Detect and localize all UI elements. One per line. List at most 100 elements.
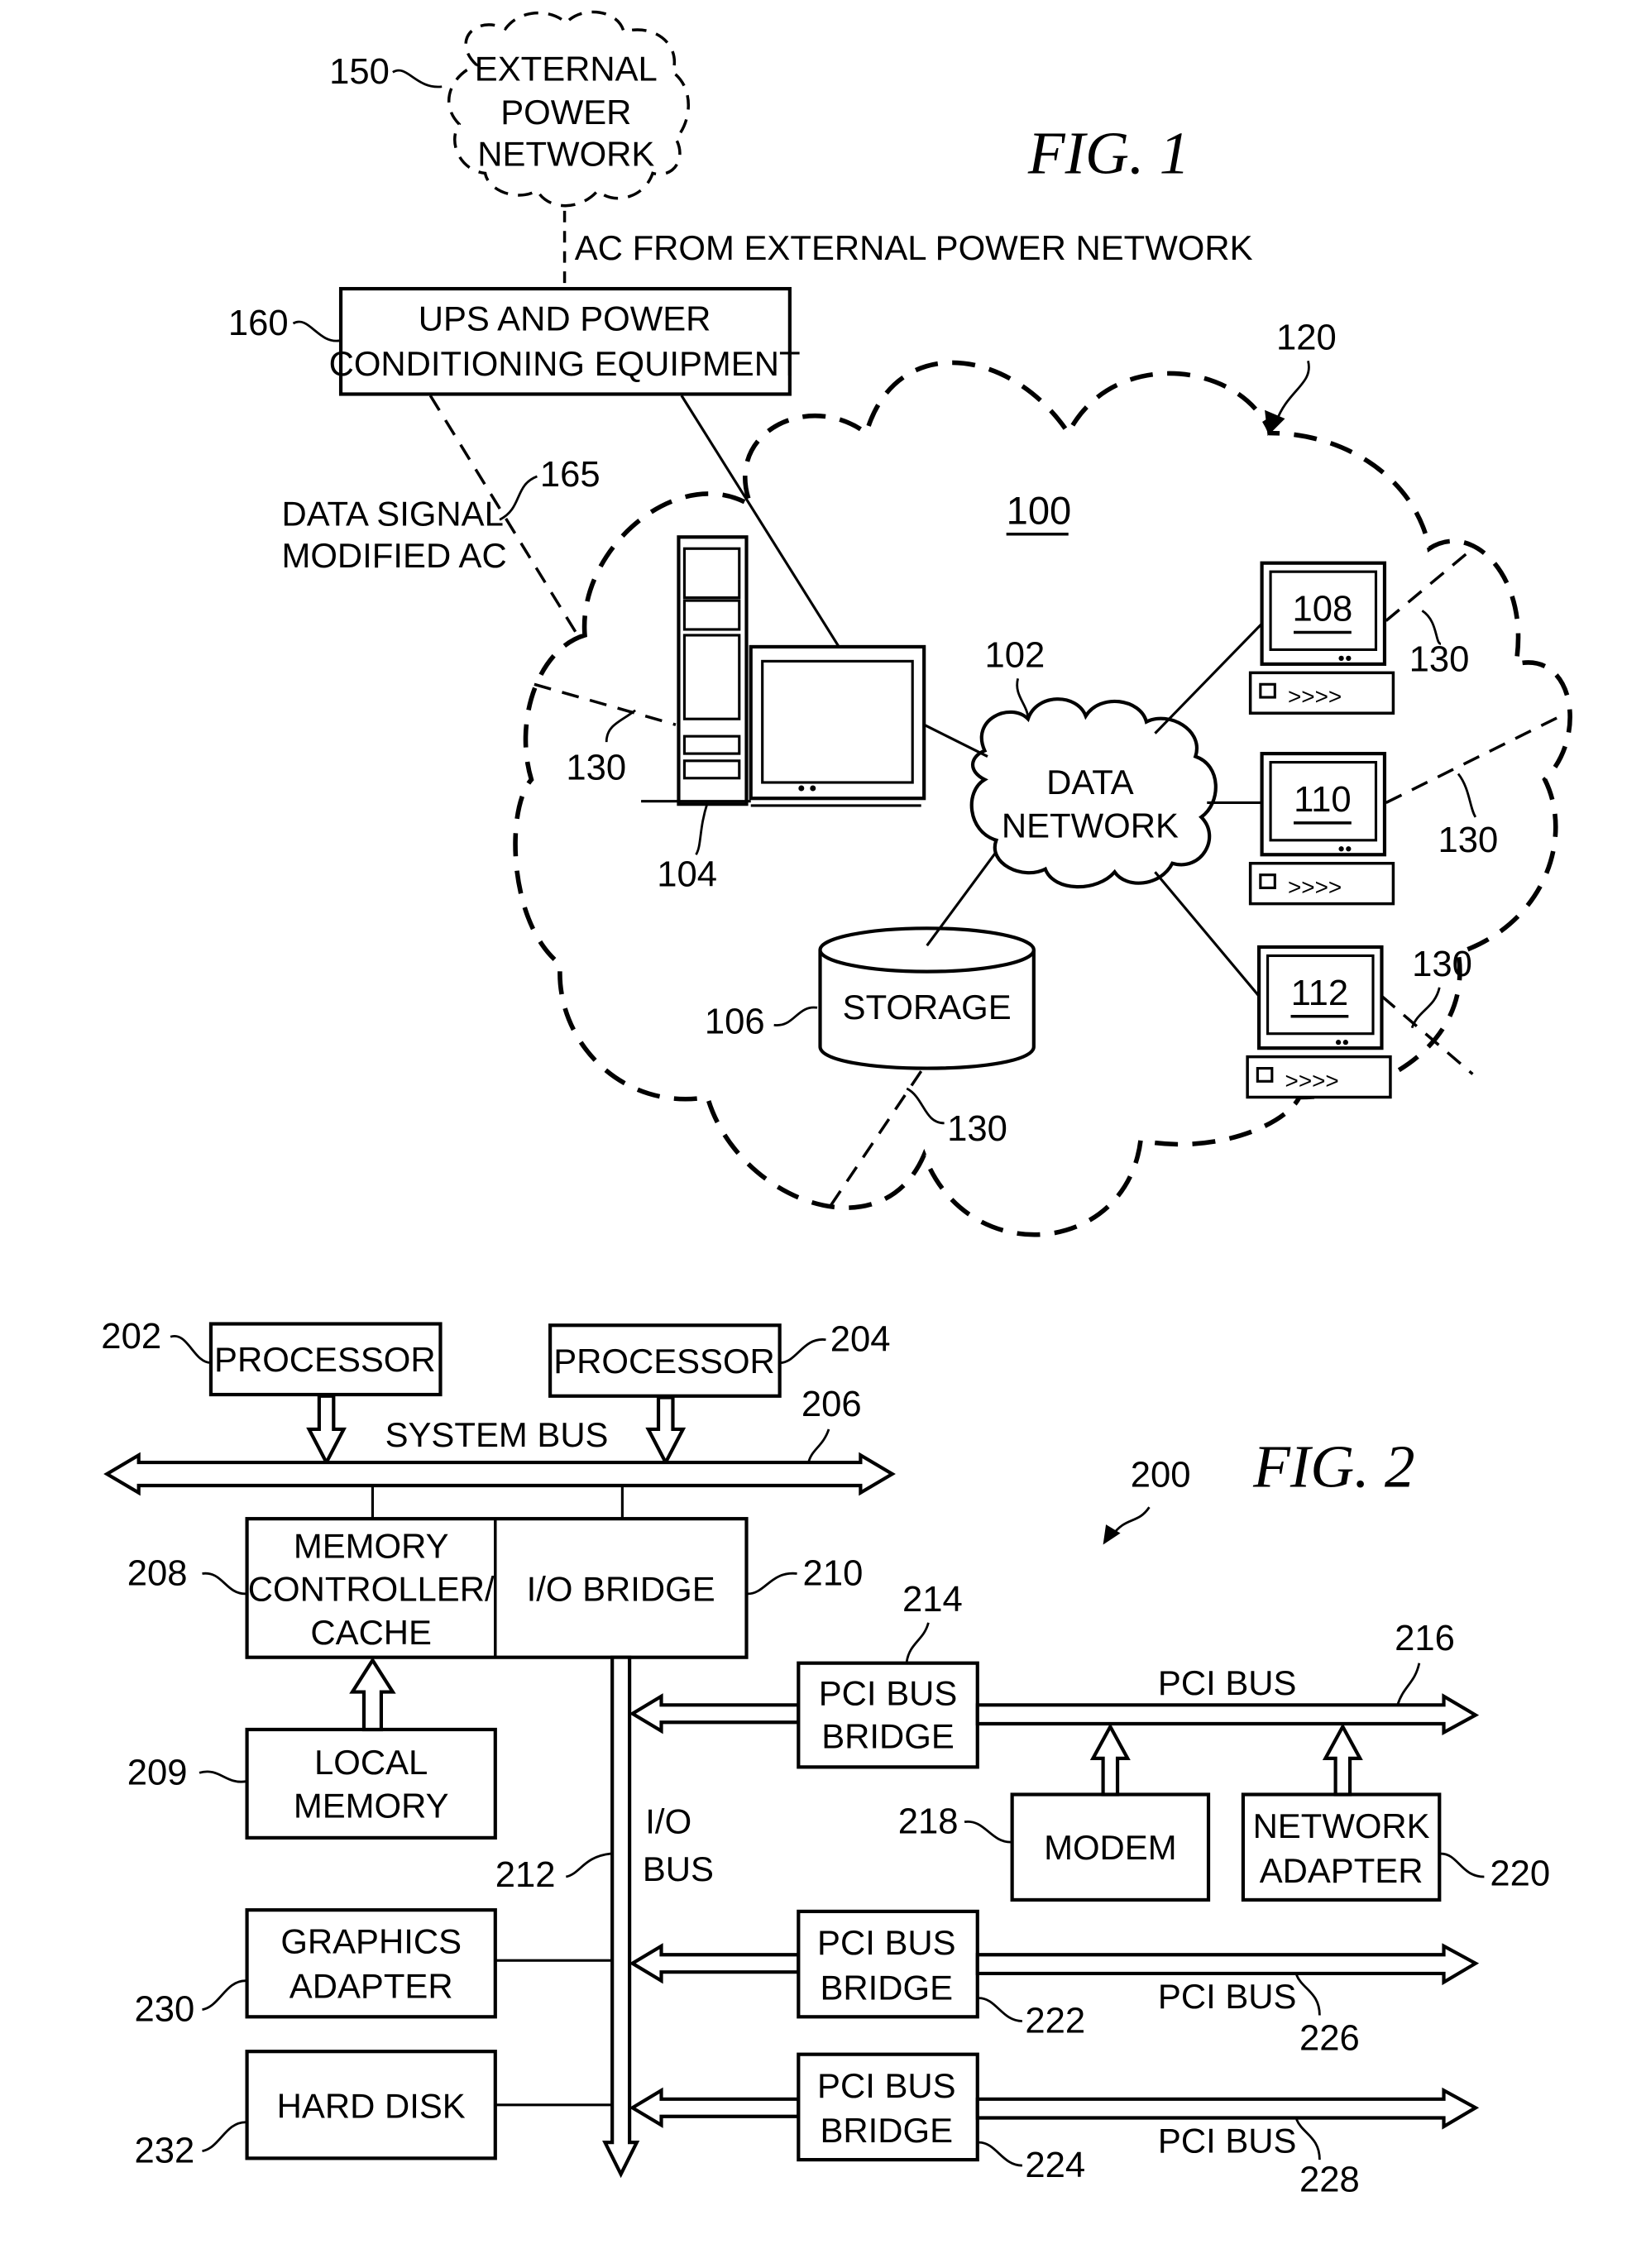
data-network-label-2: NETWORK (1002, 806, 1179, 845)
client-110: 110 >>>> (1248, 751, 1395, 906)
external-power-label-3: NETWORK (477, 135, 654, 174)
io-bus-label-2: BUS (643, 1849, 714, 1888)
leader-226 (1295, 1974, 1321, 2016)
ref-106: 106 (705, 1002, 765, 1042)
ref-206: 206 (801, 1385, 862, 1424)
server-monitor-icon (749, 644, 926, 801)
network-adapter-label-2: ADAPTER (1260, 1851, 1424, 1890)
keyboard-keys-icon: >>>> (1288, 684, 1342, 710)
ref-209: 209 (127, 1753, 188, 1792)
ref-165: 165 (540, 455, 601, 495)
ref-102: 102 (984, 635, 1045, 675)
ref-100: 100 (1007, 489, 1072, 533)
ups-box: UPS AND POWER CONDITIONING EQUIPMENT 160 (228, 286, 801, 396)
ref-210: 210 (803, 1553, 864, 1593)
processor-204-arrow-icon (645, 1395, 687, 1467)
keyboard-keys-icon: >>>> (1288, 874, 1342, 900)
storage-cylinder-top-icon (818, 926, 1036, 974)
network-adapter-arrow-icon (1322, 1723, 1363, 1797)
leader-220 (1440, 1852, 1485, 1878)
pci-bridge-224-iobus-arrow (629, 2087, 801, 2128)
leader-160 (292, 320, 340, 342)
ref-202: 202 (101, 1317, 161, 1356)
monitor-button-icon (1346, 655, 1352, 662)
external-power-label-2: POWER (500, 93, 631, 132)
monitor-button-icon (1346, 846, 1352, 852)
ref-104: 104 (657, 855, 717, 895)
pci-bus-226-label: PCI BUS (1158, 1977, 1297, 2016)
ref-120: 120 (1276, 318, 1337, 357)
ref-130-storage: 130 (947, 1109, 1007, 1149)
network-to-112-link (1154, 871, 1261, 998)
iobridge-label: I/O BRIDGE (527, 1570, 715, 1609)
io-bus-arrow (602, 1655, 640, 2179)
data-signal-label-1: DATA SIGNAL (281, 494, 503, 533)
pci-bridge-222-label-1: PCI BUS (817, 1923, 956, 1962)
processor-202-arrow-icon (306, 1394, 347, 1467)
leader-165 (499, 475, 538, 521)
system-bus-label: SYSTEM BUS (385, 1415, 609, 1454)
storage: STORAGE 106 (705, 926, 1036, 1070)
local-memory-label-2: MEMORY (294, 1786, 449, 1825)
leader-206 (807, 1428, 830, 1463)
monitor-button-icon (1342, 1040, 1348, 1045)
external-power-network: EXTERNAL POWER NETWORK 150 (329, 10, 690, 208)
io-bus-label-1: I/O (645, 1802, 691, 1841)
leader-208 (202, 1572, 246, 1596)
powerline-130-storage (825, 1070, 923, 1214)
leader-230 (202, 1979, 246, 2011)
system-bus-arrow (103, 1452, 896, 1496)
local-memory-arrow-icon (349, 1657, 396, 1732)
external-power-label-1: EXTERNAL (475, 50, 658, 89)
pci-bridge-222-label-2: BRIDGE (821, 1968, 954, 2007)
pci-bridge-214-label-1: PCI BUS (819, 1673, 958, 1712)
ups-label-2: CONDITIONING EQUIPMENT (329, 344, 801, 383)
monitor-button-icon (1338, 846, 1344, 852)
leader-218 (964, 1821, 1012, 1844)
pci-bridge-224-label-1: PCI BUS (817, 2066, 956, 2105)
ref-130-server: 130 (566, 749, 626, 788)
ref-110: 110 (1294, 780, 1352, 820)
ref-214: 214 (902, 1580, 963, 1620)
memctrl-label-1: MEMORY (294, 1526, 449, 1565)
ref-108: 108 (1293, 590, 1353, 629)
ref-230: 230 (134, 1990, 194, 2030)
ref-222: 222 (1025, 2002, 1085, 2041)
ref-130-110: 130 (1438, 821, 1499, 860)
ref-130-112: 130 (1412, 945, 1472, 984)
monitor-button-icon (810, 785, 816, 792)
keyboard-keys-icon: >>>> (1285, 1068, 1339, 1093)
network-to-108-link (1154, 622, 1263, 734)
monitor-button-icon (1338, 655, 1344, 662)
ref-228: 228 (1299, 2160, 1360, 2199)
processor-204-label: PROCESSOR (553, 1342, 775, 1380)
ref-150: 150 (329, 52, 390, 92)
ref-224: 224 (1025, 2146, 1085, 2185)
pci-bus-216-label: PCI BUS (1158, 1663, 1297, 1702)
pci-bridge-222-iobus-arrow (629, 1943, 801, 1984)
memctrl-label-3: CACHE (310, 1613, 432, 1652)
leader-224 (979, 2141, 1022, 2167)
leader-214 (905, 1622, 930, 1663)
modem-arrow-icon (1089, 1723, 1131, 1797)
leader-130-110 (1457, 773, 1477, 818)
leader-104 (695, 801, 709, 856)
ref-112: 112 (1291, 974, 1349, 1013)
ups-label-1: UPS AND POWER (419, 299, 711, 338)
patent-drawing-sheet: FIG. 1 EXTERNAL POWER NETWORK 150 AC FRO… (101, 10, 1572, 2199)
leader-232 (202, 2121, 246, 2153)
ref-212: 212 (495, 1855, 556, 1895)
leader-204 (779, 1338, 826, 1365)
pci-bridge-214-label-2: BRIDGE (821, 1717, 955, 1756)
leader-228 (1295, 2118, 1321, 2160)
leader-210 (748, 1572, 797, 1596)
leader-130-server (605, 709, 636, 743)
ref-216: 216 (1395, 1619, 1455, 1658)
server-to-network-link (923, 723, 988, 758)
leader-216 (1396, 1663, 1421, 1706)
leader-209 (199, 1770, 246, 1783)
ref-226: 226 (1299, 2018, 1360, 2058)
memctrl-label-2: CONTROLLER/ (248, 1570, 495, 1609)
ref-208: 208 (127, 1553, 188, 1593)
server-computer: 104 (641, 535, 926, 895)
